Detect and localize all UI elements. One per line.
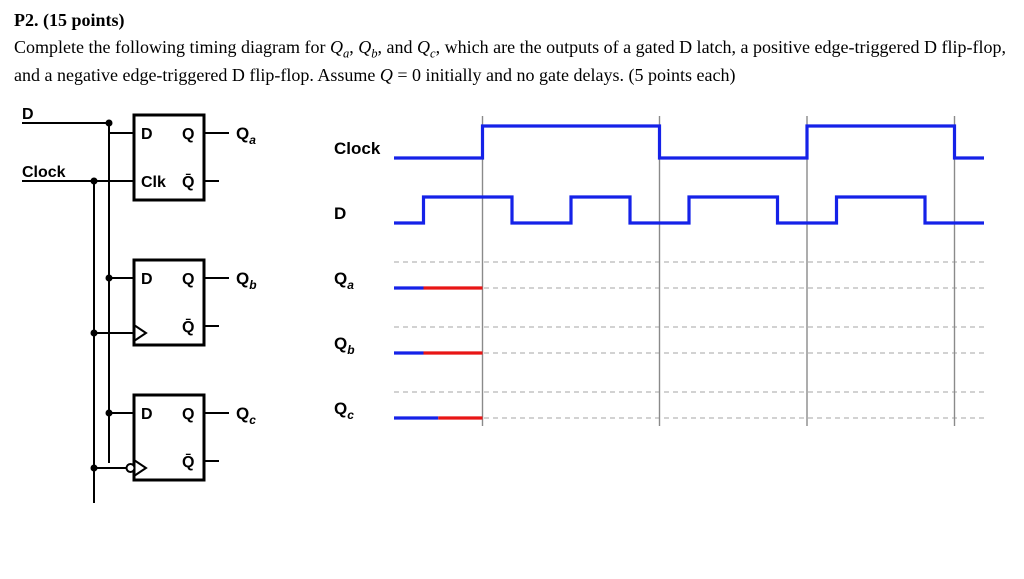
svg-text:Qa: Qa: [334, 269, 354, 292]
problem-title: P2. (15 points): [14, 10, 125, 30]
pos-q: Q: [182, 271, 194, 288]
svg-text:Qc: Qc: [334, 399, 354, 422]
neg-q: Q: [182, 406, 194, 423]
qb-out: Qb: [236, 269, 257, 292]
svg-text:Qb: Qb: [334, 334, 355, 357]
neg-d: D: [141, 406, 153, 423]
d-input-label: D: [22, 106, 34, 123]
qc-out: Qc: [236, 404, 256, 427]
body-prefix: Complete the following timing diagram fo…: [14, 37, 330, 57]
svg-text:Clock: Clock: [334, 139, 381, 158]
latch-q: Q: [182, 126, 194, 143]
pos-qbar: Q̄: [182, 317, 194, 336]
qc-sym: Q: [417, 37, 430, 57]
timing-diagram: Clock D Qa Qb Qc: [324, 103, 1010, 483]
latch-d: D: [141, 126, 153, 143]
latch-clk: Clk: [141, 174, 166, 191]
eq-zero: = 0 initially and no gate delays. (5 poi…: [393, 65, 736, 85]
circuit-diagram: D Clock D Q Clk Q̄ D Q Q̄ D Q Q̄ Qa Qb Q…: [14, 103, 294, 523]
comma1: ,: [349, 37, 358, 57]
problem-body: Complete the following timing diagram fo…: [14, 35, 1010, 87]
latch-qbar: Q̄: [182, 172, 194, 191]
pos-d: D: [141, 271, 153, 288]
problem-header: P2. (15 points): [14, 10, 1010, 31]
qa-sym: Q: [330, 37, 343, 57]
q-init: Q: [380, 65, 393, 85]
clock-input-label: Clock: [22, 164, 66, 181]
comma2: , and: [378, 37, 418, 57]
qa-out: Qa: [236, 124, 256, 147]
qb-sym: Q: [358, 37, 371, 57]
neg-qbar: Q̄: [182, 452, 194, 471]
svg-text:D: D: [334, 204, 346, 223]
